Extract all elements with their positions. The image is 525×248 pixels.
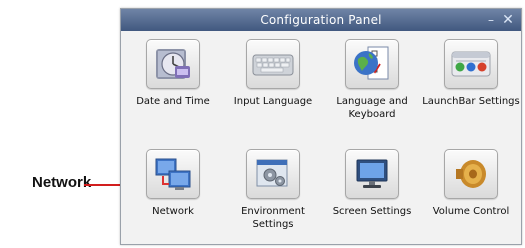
network-computers-icon [155, 158, 191, 190]
item-label: Language and Keyboard [336, 96, 408, 120]
launchbar-icon [451, 51, 491, 77]
item-label: Input Language [233, 96, 313, 107]
minimize-icon[interactable]: – [483, 12, 499, 28]
item-environment-settings[interactable]: Environment Settings [223, 149, 323, 231]
window-title: Configuration Panel [260, 13, 382, 27]
item-label: LaunchBar Settings [422, 96, 520, 107]
speaker-icon [456, 160, 486, 188]
item-language-and-keyboard[interactable]: Language and Keyboard [322, 39, 422, 121]
item-label: Date and Time [136, 96, 210, 107]
close-icon[interactable]: ✕ [500, 12, 516, 28]
configuration-panel-window: Configuration Panel – ✕ Date and Time In… [120, 8, 522, 245]
item-volume-control[interactable]: Volume Control [421, 149, 521, 218]
item-input-language[interactable]: Input Language [223, 39, 323, 108]
gears-window-icon [256, 159, 288, 187]
item-launchbar-settings[interactable]: LaunchBar Settings [421, 39, 521, 108]
monitor-icon [356, 159, 388, 188]
globe-checklist-icon [354, 46, 389, 80]
item-screen-settings[interactable]: Screen Settings [322, 149, 422, 218]
item-label: Environment Settings [241, 206, 305, 230]
item-label: Screen Settings [332, 206, 412, 217]
item-label: Network [152, 206, 194, 217]
item-network[interactable]: Network [123, 149, 223, 218]
item-date-and-time[interactable]: Date and Time [123, 39, 223, 108]
clock-calendar-icon [156, 49, 190, 79]
title-bar: Configuration Panel – ✕ [121, 9, 521, 31]
callout-label: Network [32, 174, 92, 191]
keyboard-icon [252, 54, 294, 76]
item-label: Volume Control [432, 206, 510, 217]
